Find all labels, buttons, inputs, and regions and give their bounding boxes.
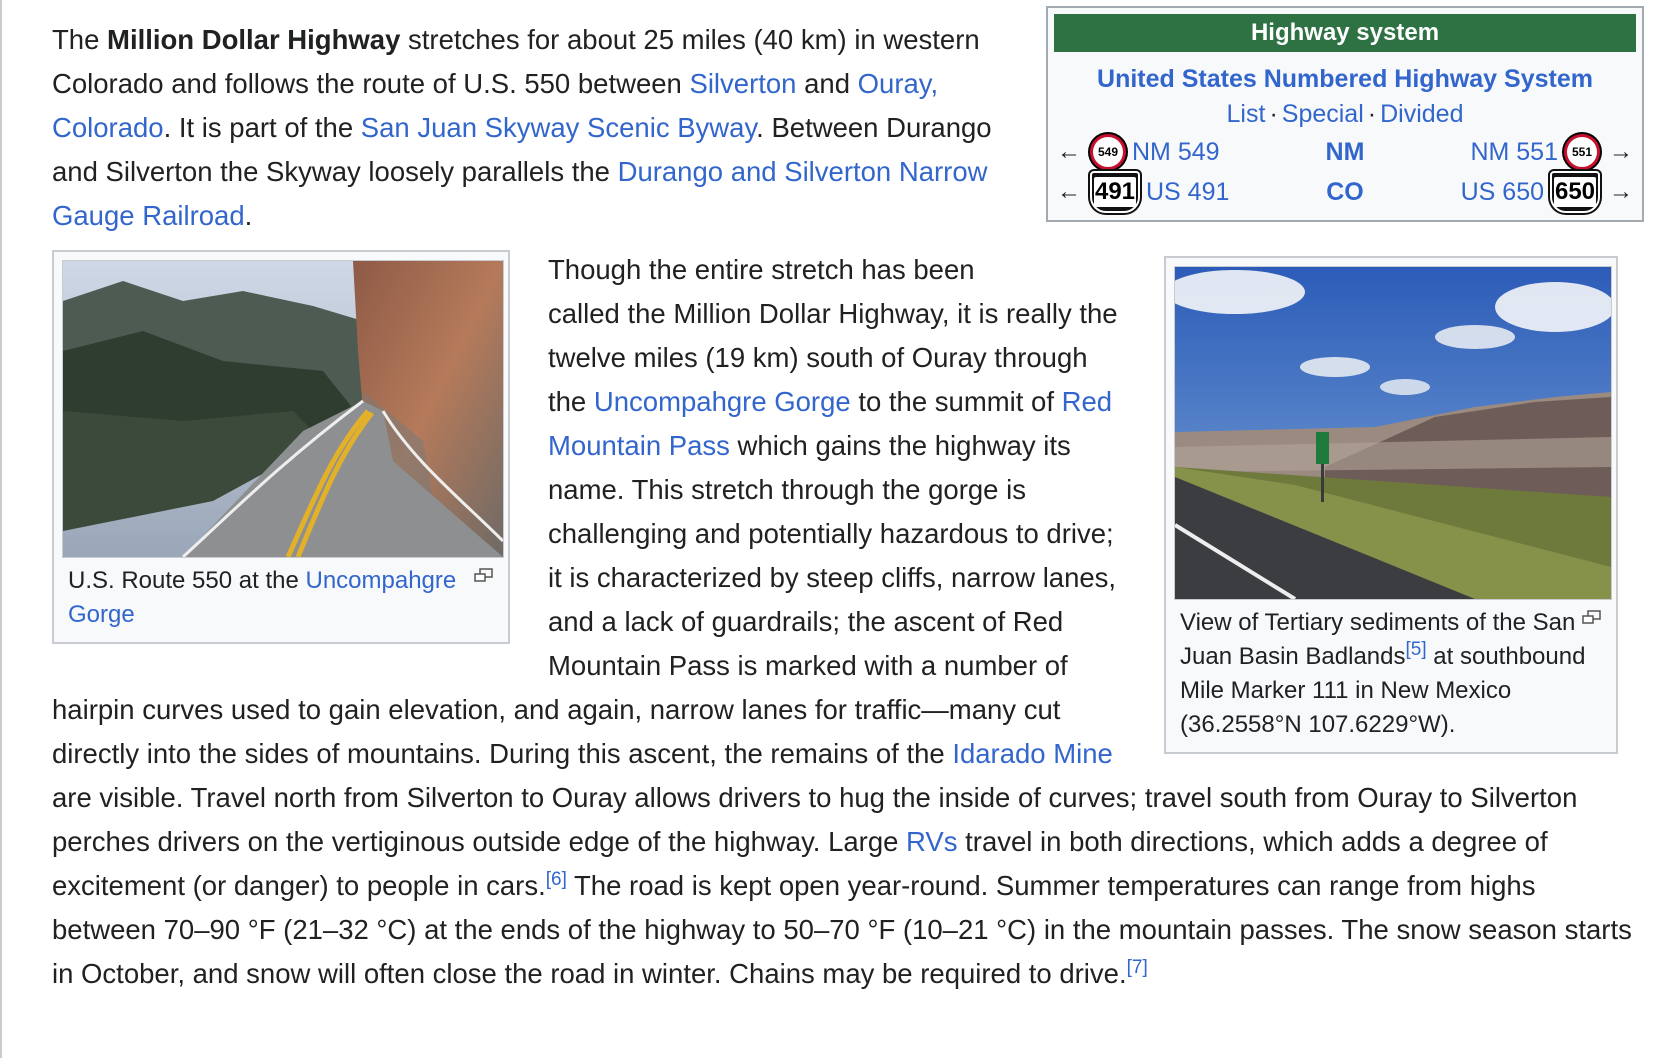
infobox-row-nm: ← 549 NM 549 NM NM 551 551 → bbox=[1054, 132, 1636, 172]
right-arrow-icon: → bbox=[1609, 178, 1633, 205]
enlarge-icon[interactable] bbox=[474, 568, 494, 582]
idarado-mine-link[interactable]: Idarado Mine bbox=[952, 738, 1113, 769]
co-link[interactable]: CO bbox=[1300, 178, 1390, 207]
reference-7-link[interactable]: [7] bbox=[1127, 957, 1148, 978]
article-subject: Million Dollar Highway bbox=[107, 24, 401, 55]
gorge-caption: U.S. Route 550 at the Uncompahgre Gorge bbox=[62, 558, 500, 634]
reference-5-link[interactable]: [5] bbox=[1406, 639, 1427, 660]
infobox-links: List · Special · Divided bbox=[1226, 100, 1464, 128]
infobox-header: Highway system bbox=[1054, 14, 1636, 52]
special-link[interactable]: Special bbox=[1282, 100, 1364, 128]
badlands-thumbnail: View of Tertiary sediments of the San Ju… bbox=[1164, 256, 1618, 754]
nm-551-shield-icon[interactable]: 551 bbox=[1564, 134, 1600, 170]
us-650-shield-icon[interactable]: 650 bbox=[1550, 171, 1600, 213]
gorge-road-image[interactable] bbox=[62, 260, 504, 558]
right-arrow-icon: → bbox=[1609, 138, 1633, 165]
nm-549-link[interactable]: NM 549 bbox=[1132, 138, 1220, 167]
badlands-image[interactable] bbox=[1174, 266, 1612, 600]
list-link[interactable]: List bbox=[1227, 100, 1266, 128]
nm-549-shield-icon[interactable]: 549 bbox=[1090, 134, 1126, 170]
nm-link[interactable]: NM bbox=[1300, 138, 1390, 167]
highway-system-link[interactable]: United States Numbered Highway System bbox=[1097, 65, 1593, 93]
badlands-caption: View of Tertiary sediments of the San Ju… bbox=[1174, 600, 1608, 744]
reference-6-link[interactable]: [6] bbox=[546, 869, 567, 890]
uncompahgre-gorge-link[interactable]: Uncompahgre Gorge bbox=[594, 386, 851, 417]
gorge-thumbnail: U.S. Route 550 at the Uncompahgre Gorge bbox=[52, 250, 510, 644]
divided-link[interactable]: Divided bbox=[1380, 100, 1463, 128]
rvs-link[interactable]: RVs bbox=[906, 826, 957, 857]
page-left-border bbox=[0, 0, 2, 1058]
us-491-link[interactable]: US 491 bbox=[1146, 178, 1229, 207]
nm-551-link[interactable]: NM 551 bbox=[1470, 138, 1558, 167]
silverton-link[interactable]: Silverton bbox=[689, 68, 796, 99]
us-650-link[interactable]: US 650 bbox=[1461, 178, 1544, 207]
enlarge-icon[interactable] bbox=[1582, 610, 1602, 624]
left-arrow-icon: ← bbox=[1057, 178, 1081, 205]
infobox-row-co: ← 491 US 491 CO US 650 650 → bbox=[1054, 171, 1636, 213]
left-arrow-icon: ← bbox=[1057, 138, 1081, 165]
highway-system-infobox: Highway system United States Numbered Hi… bbox=[1046, 6, 1644, 222]
san-juan-skyway-link[interactable]: San Juan Skyway Scenic Byway bbox=[361, 112, 756, 143]
article-content: Highway system United States Numbered Hi… bbox=[52, 6, 1644, 996]
us-491-shield-icon[interactable]: 491 bbox=[1090, 171, 1140, 213]
